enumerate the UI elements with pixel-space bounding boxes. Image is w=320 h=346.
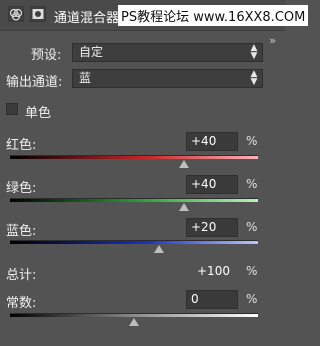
blue-label: 蓝色: [6, 224, 37, 239]
monochrome-checkbox[interactable] [6, 103, 18, 115]
constant-slider-thumb[interactable] [129, 318, 139, 326]
green-slider-thumb[interactable] [178, 203, 189, 211]
watermark-text: PS教程论坛 www.16XX8.COM [118, 5, 309, 26]
blue-value-input[interactable]: +20 [186, 218, 238, 237]
total-value: +100 [197, 264, 230, 278]
green-label: 绿色: [6, 181, 37, 196]
panel-title: 通道混合器 [54, 11, 120, 26]
blue-slider-thumb[interactable] [153, 245, 164, 253]
preset-label: 预设: [31, 48, 62, 63]
constant-slider-track[interactable] [10, 313, 258, 317]
layer-mask-icon[interactable] [30, 6, 46, 22]
select-arrows-icon: ▲ ▼ [250, 43, 258, 61]
adjustment-layer-icon[interactable] [8, 6, 24, 22]
output-channel-label: 输出通道: [6, 75, 63, 90]
channel-mixer-panel: 通道混合器 PS教程论坛 www.16XX8.COM » 预设: 自定 ▲ ▼ 输… [0, 0, 309, 346]
green-percent: % [246, 177, 258, 191]
output-channel-select[interactable]: 蓝 ▲ ▼ [72, 69, 263, 88]
red-slider-track[interactable] [10, 155, 258, 159]
constant-percent: % [246, 292, 258, 306]
panel-header: 通道混合器 PS教程论坛 www.16XX8.COM [0, 0, 309, 31]
total-label: 总计: [6, 268, 37, 283]
select-arrows-icon: ▲ ▼ [250, 69, 258, 87]
red-value: +40 [191, 134, 217, 148]
total-percent: % [246, 264, 258, 278]
constant-value: 0 [191, 292, 199, 306]
red-label: 红色: [6, 138, 37, 153]
red-slider-thumb[interactable] [178, 160, 189, 168]
blue-slider-track[interactable] [10, 240, 258, 244]
collapse-icon[interactable]: » [269, 34, 276, 47]
constant-label: 常数: [6, 296, 37, 311]
monochrome-label: 单色 [25, 106, 52, 121]
preset-select[interactable]: 自定 ▲ ▼ [72, 43, 263, 62]
blue-percent: % [246, 220, 258, 234]
preset-value: 自定 [79, 45, 104, 59]
constant-value-input[interactable]: 0 [186, 290, 238, 309]
green-value: +40 [191, 177, 217, 191]
red-percent: % [246, 134, 258, 148]
green-slider-track[interactable] [10, 198, 258, 202]
green-value-input[interactable]: +40 [186, 175, 238, 194]
blue-value: +20 [191, 220, 217, 234]
output-channel-value: 蓝 [79, 71, 92, 85]
red-value-input[interactable]: +40 [186, 132, 238, 151]
